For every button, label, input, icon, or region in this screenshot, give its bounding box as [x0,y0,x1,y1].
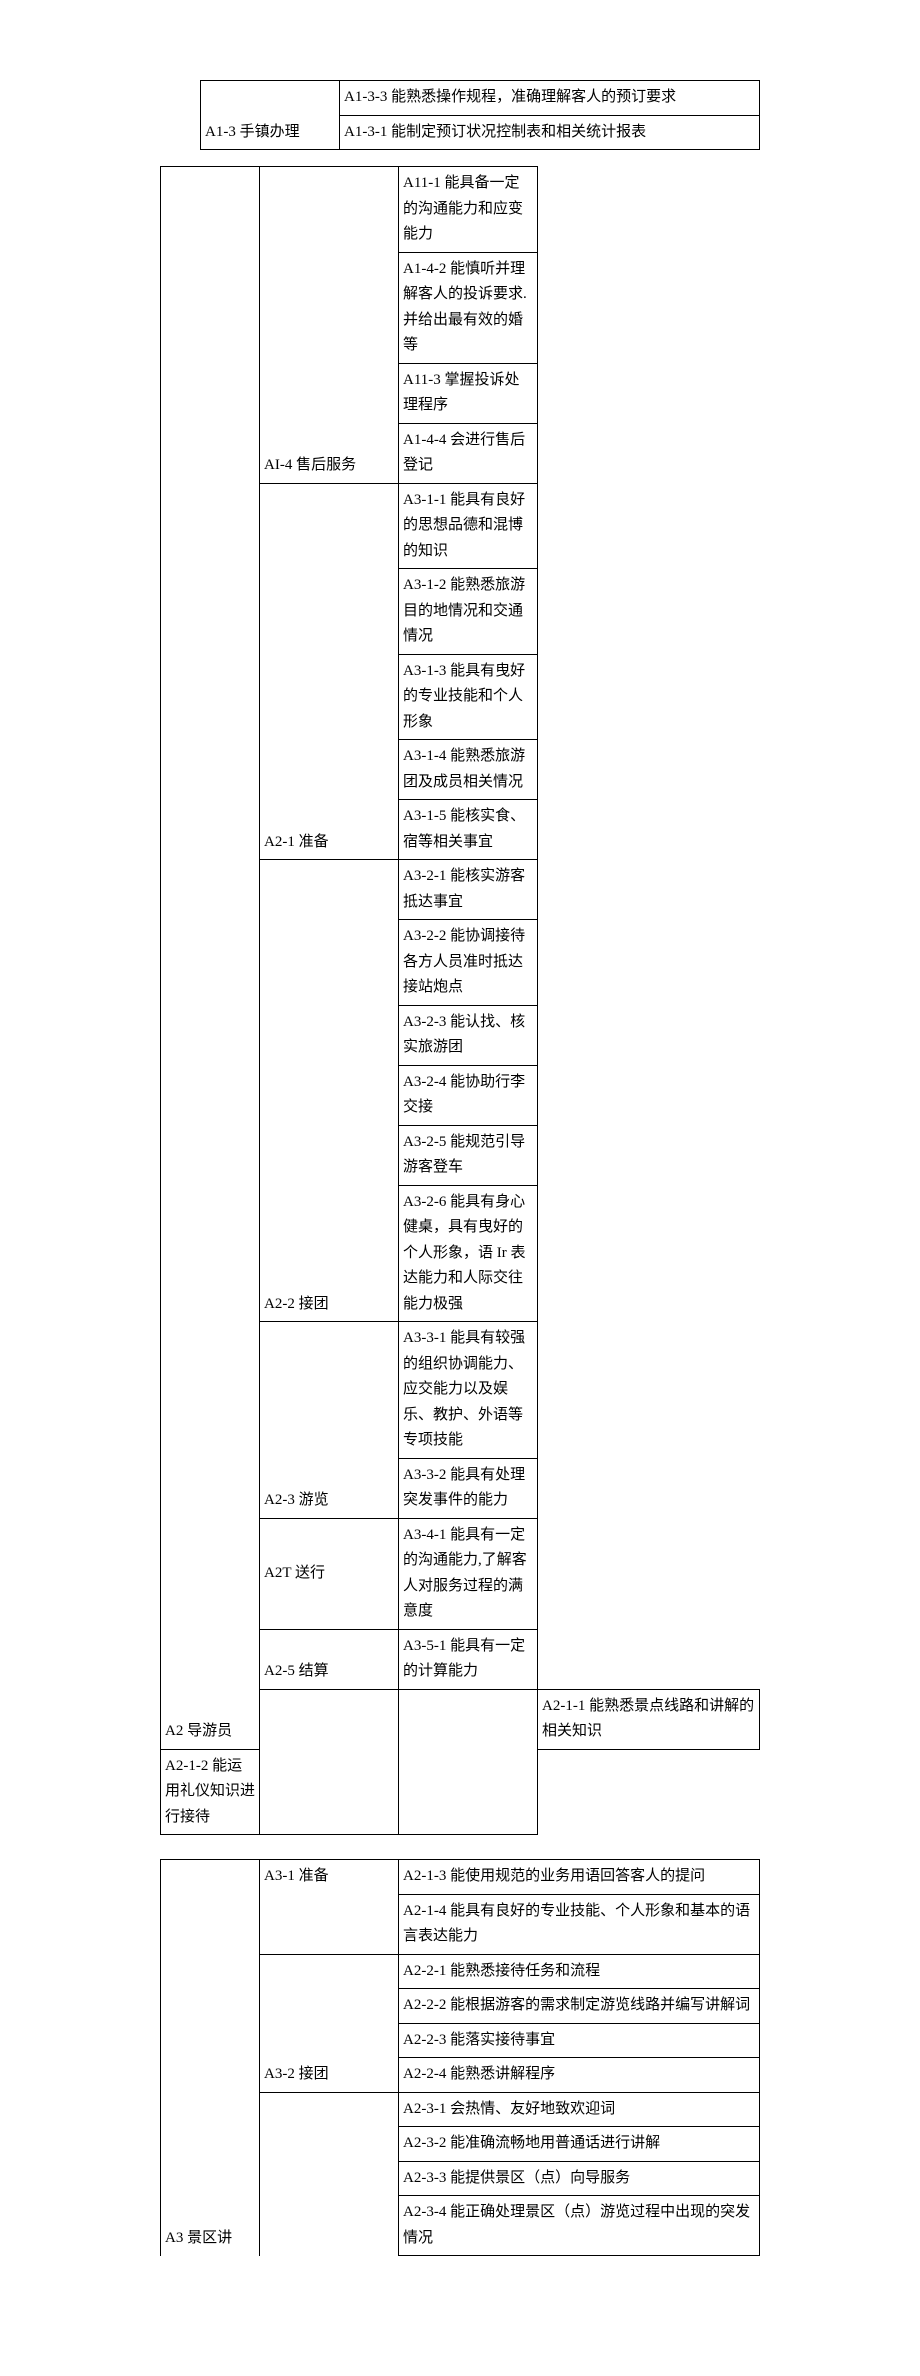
t2-sec0-row3: A1-4-4 会进行售后登记 [399,423,538,483]
t3-sec2-label [260,2092,399,2256]
t2-sec5-label: A2-5 结算 [260,1629,399,1689]
t1-col1: A1-3 手镇办理 [201,81,340,150]
t2-sec2-row1: A3-2-2 能协调接待各方人员准时抵达接站炮点 [399,920,538,1006]
t2-sec5-row0: A3-5-1 能具有一定的计算能力 [399,1629,538,1689]
table-3: A3 景区讲 A3-1 准备 A2-1-3 能使用规范的业务用语回答客人的提问 … [160,1859,760,2256]
t3-sec1-row1: A2-2-2 能根据游客的需求制定游览线路并编写讲解词 [399,1989,760,2024]
t2-sec1-row2: A3-1-3 能具有曳好的专业技能和个人形象 [399,654,538,740]
t3-sec0-label: A3-1 准备 [260,1860,399,1955]
t3-sec0-row1: A2-1-4 能具有良好的专业技能、个人形象和基本的语言表达能力 [399,1894,760,1954]
t2-sec0-row0: A11-1 能具备一定的沟通能力和应变能力 [399,167,538,253]
table-1: A1-3 手镇办理 A1-3-3 能熟悉操作规程，准确理解客人的预订要求 A1-… [200,80,760,150]
t2-sec0-label: AI-4 售后服务 [260,167,399,484]
t3-sec2-row1: A2-3-2 能准确流畅地用普通话进行讲解 [399,2127,760,2162]
t2-sec1-label: A2-1 准备 [260,483,399,860]
t3-sec1-row0: A2-2-1 能熟悉接待任务和流程 [399,1954,760,1989]
t2-sec1-row1: A3-1-2 能熟悉旅游目的地情况和交通情况 [399,569,538,655]
t2-sec1-row0: A3-1-1 能具有良好的思想品德和混博的知识 [399,483,538,569]
t2-sec4-row0: A3-4-1 能具有一定的沟通能力,了解客人对服务过程的满意度 [399,1518,538,1629]
t2-sec0-row2: A11-3 掌握投诉处理程序 [399,363,538,423]
t2-sec2-label: A2-2 接团 [260,860,399,1322]
t1-row-0: A1-3-3 能熟悉操作规程，准确理解客人的预订要求 [340,81,760,116]
t2-sec2-row4: A3-2-5 能规范引导游客登车 [399,1125,538,1185]
t2-extra-col1 [260,1689,399,1835]
t3-sec1-row2: A2-2-3 能落实接待事宜 [399,2023,760,2058]
table-2: A2 导游员 AI-4 售后服务 A11-1 能具备一定的沟通能力和应变能力 A… [160,166,760,1835]
t2-sec2-row2: A3-2-3 能认找、核实旅游团 [399,1005,538,1065]
t2-sec0-row1: A1-4-2 能慎听并理解客人的投诉要求.并给出最有效的婚等 [399,252,538,363]
t3-sec2-row2: A2-3-3 能提供景区（点）向导服务 [399,2161,760,2196]
t2-sec6-row0: A2-1-1 能熟悉景点线路和讲解的相关知识 [538,1689,760,1749]
t1-row-1: A1-3-1 能制定预订状况控制表和相关统计报表 [340,115,760,150]
t3-sec0-row0: A2-1-3 能使用规范的业务用语回答客人的提问 [399,1860,760,1895]
t3-sec2-row3: A2-3-4 能正确处理景区（点）游览过程中出现的突发情况 [399,2196,760,2256]
t3-sec2-row0: A2-3-1 会热情、友好地致欢迎词 [399,2092,760,2127]
t2-sec2-row0: A3-2-1 能核实游客抵达事宜 [399,860,538,920]
t2-sec4-label: A2T 送行 [260,1518,399,1629]
t2-sec6-label [399,1689,538,1835]
t3-sec1-label: A3-2 接团 [260,1954,399,2092]
t2-col1: A2 导游员 [161,167,260,1750]
t3-sec1-row3: A2-2-4 能熟悉讲解程序 [399,2058,760,2093]
t2-sec1-row4: A3-1-5 能核实食、宿等相关事宜 [399,800,538,860]
t2-sec2-row5: A3-2-6 能具有身心健桌，具有曳好的个人形象，语 Ir 表达能力和人际交往能… [399,1185,538,1322]
t2-sec2-row3: A3-2-4 能协助行李交接 [399,1065,538,1125]
t2-sec3-label: A2-3 游览 [260,1322,399,1519]
t2-sec3-row1: A3-3-2 能具有处理突发事件的能力 [399,1458,538,1518]
t3-col1: A3 景区讲 [161,1860,260,2256]
t2-sec1-row3: A3-1-4 能熟悉旅游团及成员相关情况 [399,740,538,800]
t2-sec6-row1: A2-1-2 能运用礼仪知识进行接待 [161,1749,260,1835]
t2-sec3-row0: A3-3-1 能具有较强的组织协调能力、应交能力以及娱乐、教护、外语等专项技能 [399,1322,538,1459]
